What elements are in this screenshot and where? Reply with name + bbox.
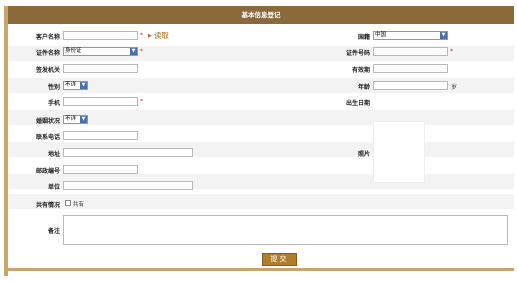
birth-date-label: 出生日期 (345, 100, 370, 107)
chevron-down-icon: ▼ (80, 82, 87, 89)
age-label: 年龄 (357, 84, 370, 91)
photo-label: 照片 (357, 151, 370, 158)
issuing-authority-input[interactable] (63, 64, 138, 73)
chevron-down-icon: ▼ (80, 116, 87, 123)
customer-name-label: 客户名称 (35, 34, 60, 41)
mobile-input[interactable] (63, 97, 138, 106)
gender-label: 性别 (47, 84, 60, 91)
required-mark: * (140, 98, 143, 105)
chevron-down-icon: ▼ (440, 32, 447, 39)
id-number-label: 证件号码 (345, 50, 370, 57)
id-type-label: 证件名称 (35, 50, 60, 57)
remarks-textarea[interactable] (63, 215, 508, 245)
read-card-label: 读取 (153, 31, 169, 40)
validity-input[interactable] (373, 64, 448, 73)
phone-label: 联系电话 (35, 134, 60, 141)
postal-code-input[interactable] (63, 165, 138, 174)
marital-status-value: 不详 (65, 116, 77, 122)
shared-checkbox[interactable] (65, 200, 71, 206)
customer-name-input[interactable] (63, 31, 138, 40)
phone-input[interactable] (63, 131, 138, 140)
age-unit: 岁 (451, 84, 458, 91)
issuing-authority-label: 签发机关 (35, 67, 60, 74)
remarks-label: 备注 (47, 228, 60, 235)
submit-button[interactable]: 提交 (262, 253, 297, 266)
country-value: 中国 (375, 32, 387, 38)
employer-input[interactable] (63, 181, 193, 190)
shared-checkbox-label: 共有 (73, 202, 85, 208)
gender-select[interactable]: 不详 ▼ (63, 81, 88, 90)
gender-value: 不详 (65, 82, 77, 88)
validity-label: 有效期 (351, 67, 370, 74)
id-number-input[interactable] (373, 47, 448, 56)
address-input[interactable] (63, 148, 193, 157)
required-mark: * (140, 48, 143, 55)
form-title: 基本信息登记 (4, 6, 514, 24)
marital-status-label: 婚姻状况 (35, 118, 60, 125)
chevron-down-icon: ▼ (130, 48, 137, 55)
mobile-label: 手机 (47, 100, 60, 107)
shared-label: 共有情况 (35, 202, 60, 209)
country-label: 国籍 (357, 34, 370, 41)
age-input[interactable] (373, 81, 448, 90)
bottom-border (4, 268, 514, 271)
id-type-value: 身份证 (65, 48, 82, 54)
read-card-link[interactable]: ▶ 读取 (148, 31, 169, 41)
id-type-select[interactable]: 身份证 ▼ (63, 47, 138, 56)
required-mark: * (140, 32, 143, 39)
triangle-right-icon: ▶ (148, 32, 152, 39)
address-label: 地址 (47, 151, 60, 158)
employer-label: 单位 (47, 184, 60, 191)
country-select[interactable]: 中国 ▼ (373, 31, 448, 40)
required-mark: * (450, 48, 453, 55)
photo-box[interactable] (373, 121, 425, 183)
postal-code-label: 邮政编号 (35, 168, 60, 175)
marital-status-select[interactable]: 不详 ▼ (63, 115, 88, 124)
